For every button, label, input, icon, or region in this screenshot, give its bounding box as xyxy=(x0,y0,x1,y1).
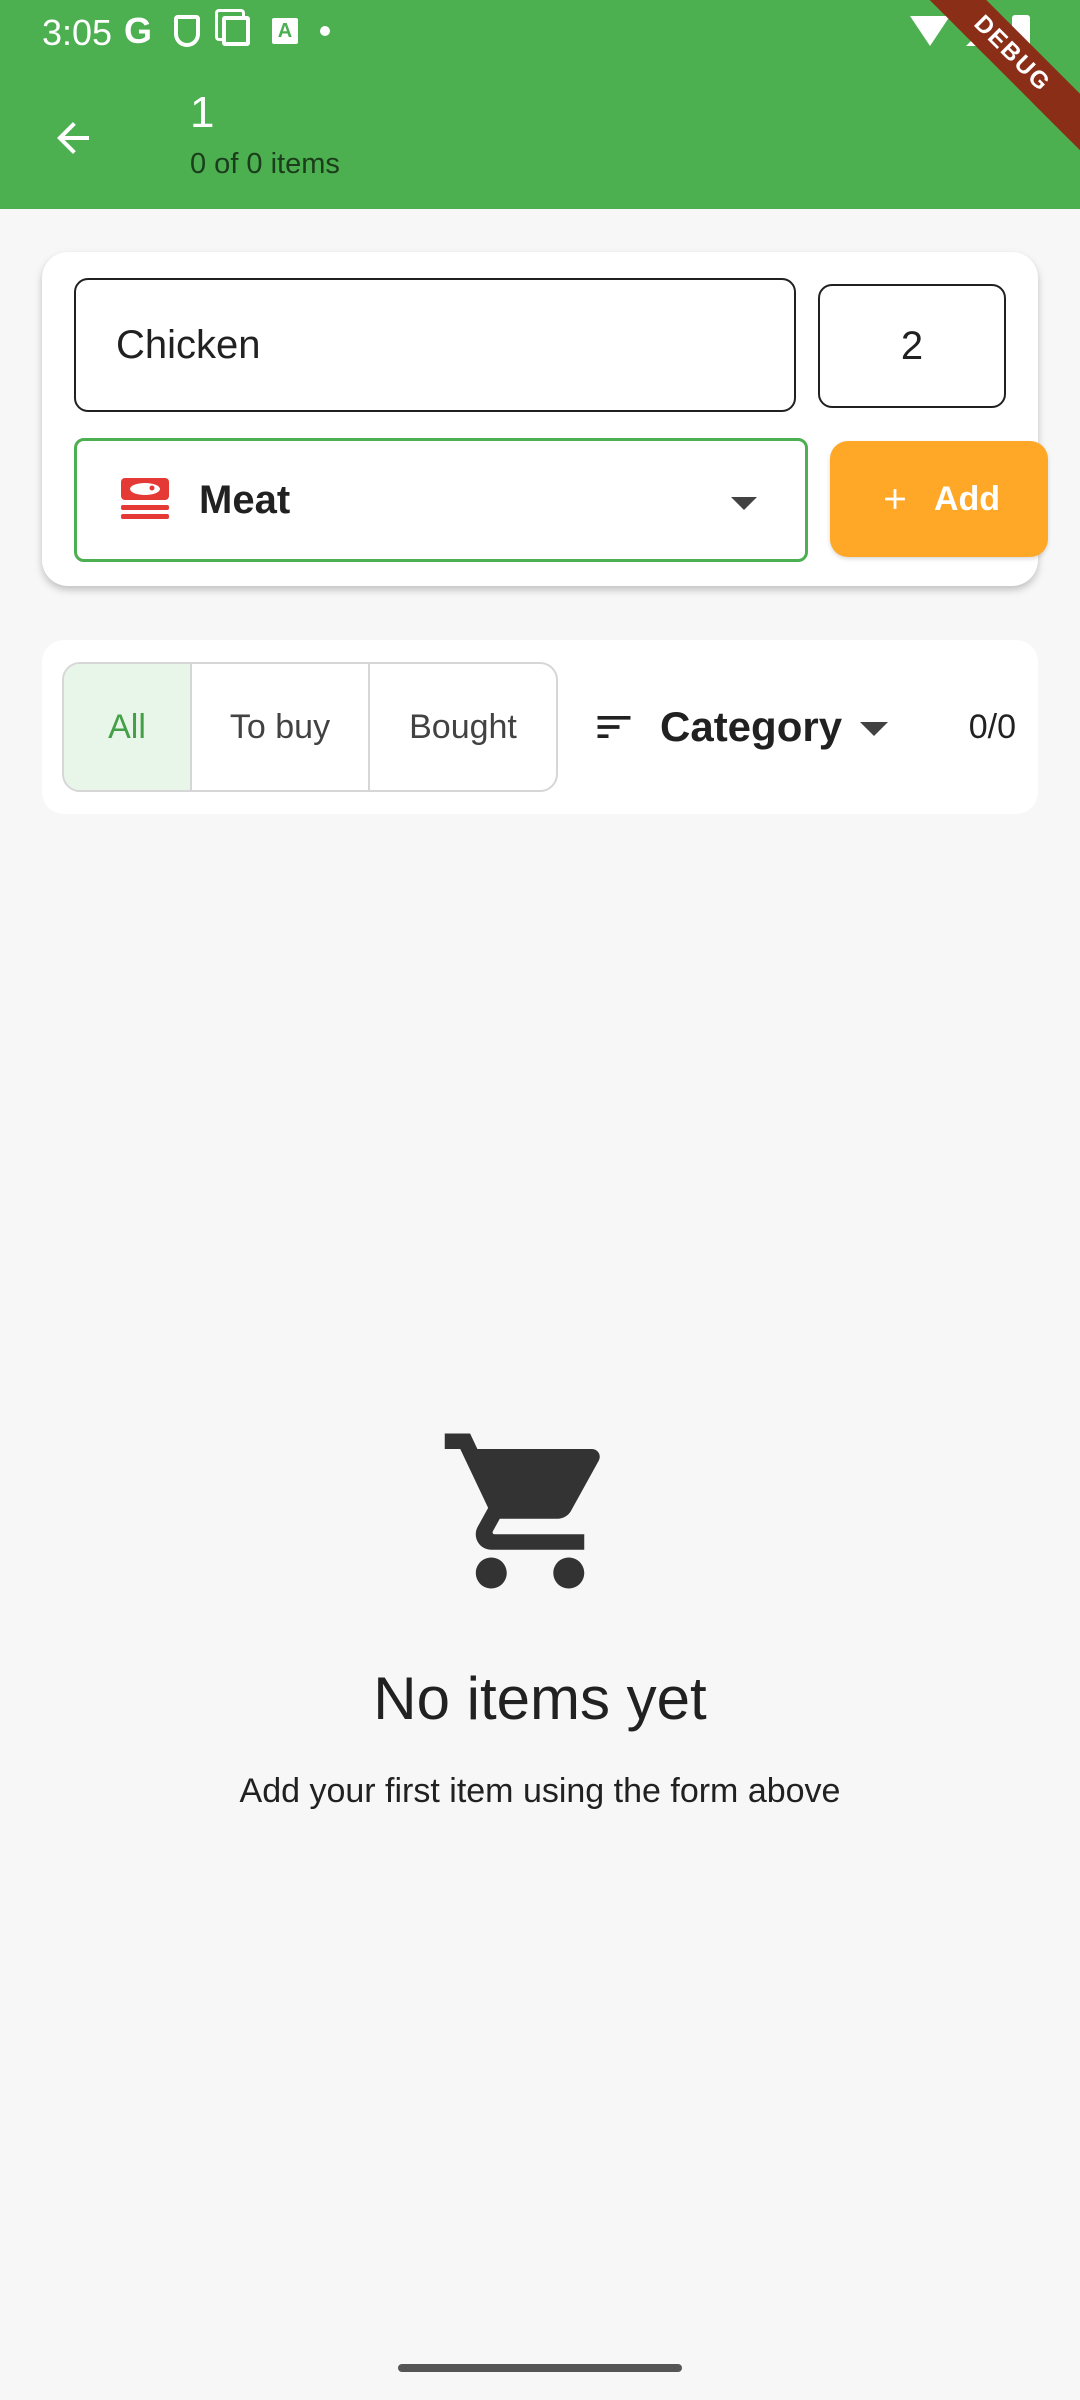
google-icon: G xyxy=(124,10,153,51)
filter-to-buy[interactable]: To buy xyxy=(192,664,370,790)
sort-label: Category xyxy=(660,703,843,750)
chevron-down-icon xyxy=(731,497,757,510)
filter-bar: All To buy Bought Category 0/0 xyxy=(42,640,1038,814)
add-button-label: Add xyxy=(933,479,1001,518)
category-label: Meat xyxy=(199,477,291,522)
wifi-icon xyxy=(910,16,950,46)
app-bar: 3:05 G A DEBUG 1 0 of 0 items xyxy=(0,0,1080,209)
status-bar: 3:05 G A xyxy=(0,0,1080,62)
status-filter-segmented: All To buy Bought xyxy=(62,662,558,792)
filter-bought[interactable]: Bought xyxy=(370,664,556,790)
empty-state-subtitle: Add your first item using the form above xyxy=(239,1772,841,1810)
add-item-form: Meat Add xyxy=(42,252,1048,586)
sort-dropdown[interactable]: Category xyxy=(592,662,889,792)
back-button[interactable] xyxy=(38,103,108,173)
status-time: 3:05 xyxy=(42,12,113,53)
item-counter: 0/0 xyxy=(968,707,1016,746)
arrow-back-icon xyxy=(57,122,89,154)
shield-icon xyxy=(174,15,201,47)
page-title: 1 xyxy=(190,88,215,137)
sort-icon xyxy=(597,716,631,738)
more-notifications-dot-icon xyxy=(320,26,331,36)
chevron-down-icon xyxy=(860,722,889,736)
filter-all[interactable]: All xyxy=(64,664,192,790)
home-indicator[interactable] xyxy=(398,2364,682,2372)
status-notification-icons: G A xyxy=(124,10,331,51)
empty-state-title: No items yet xyxy=(373,1665,707,1732)
add-item-button[interactable]: Add xyxy=(830,441,1048,557)
copy-icon xyxy=(222,16,251,46)
page-subtitle: 0 of 0 items xyxy=(190,148,340,180)
plus-icon xyxy=(885,489,905,509)
meat-icon xyxy=(121,478,169,519)
category-dropdown[interactable]: Meat xyxy=(74,438,808,562)
item-name-input[interactable] xyxy=(74,278,796,412)
shopping-cart-icon xyxy=(444,1433,600,1589)
font-icon: A xyxy=(272,18,299,44)
quantity-input[interactable] xyxy=(818,284,1006,408)
